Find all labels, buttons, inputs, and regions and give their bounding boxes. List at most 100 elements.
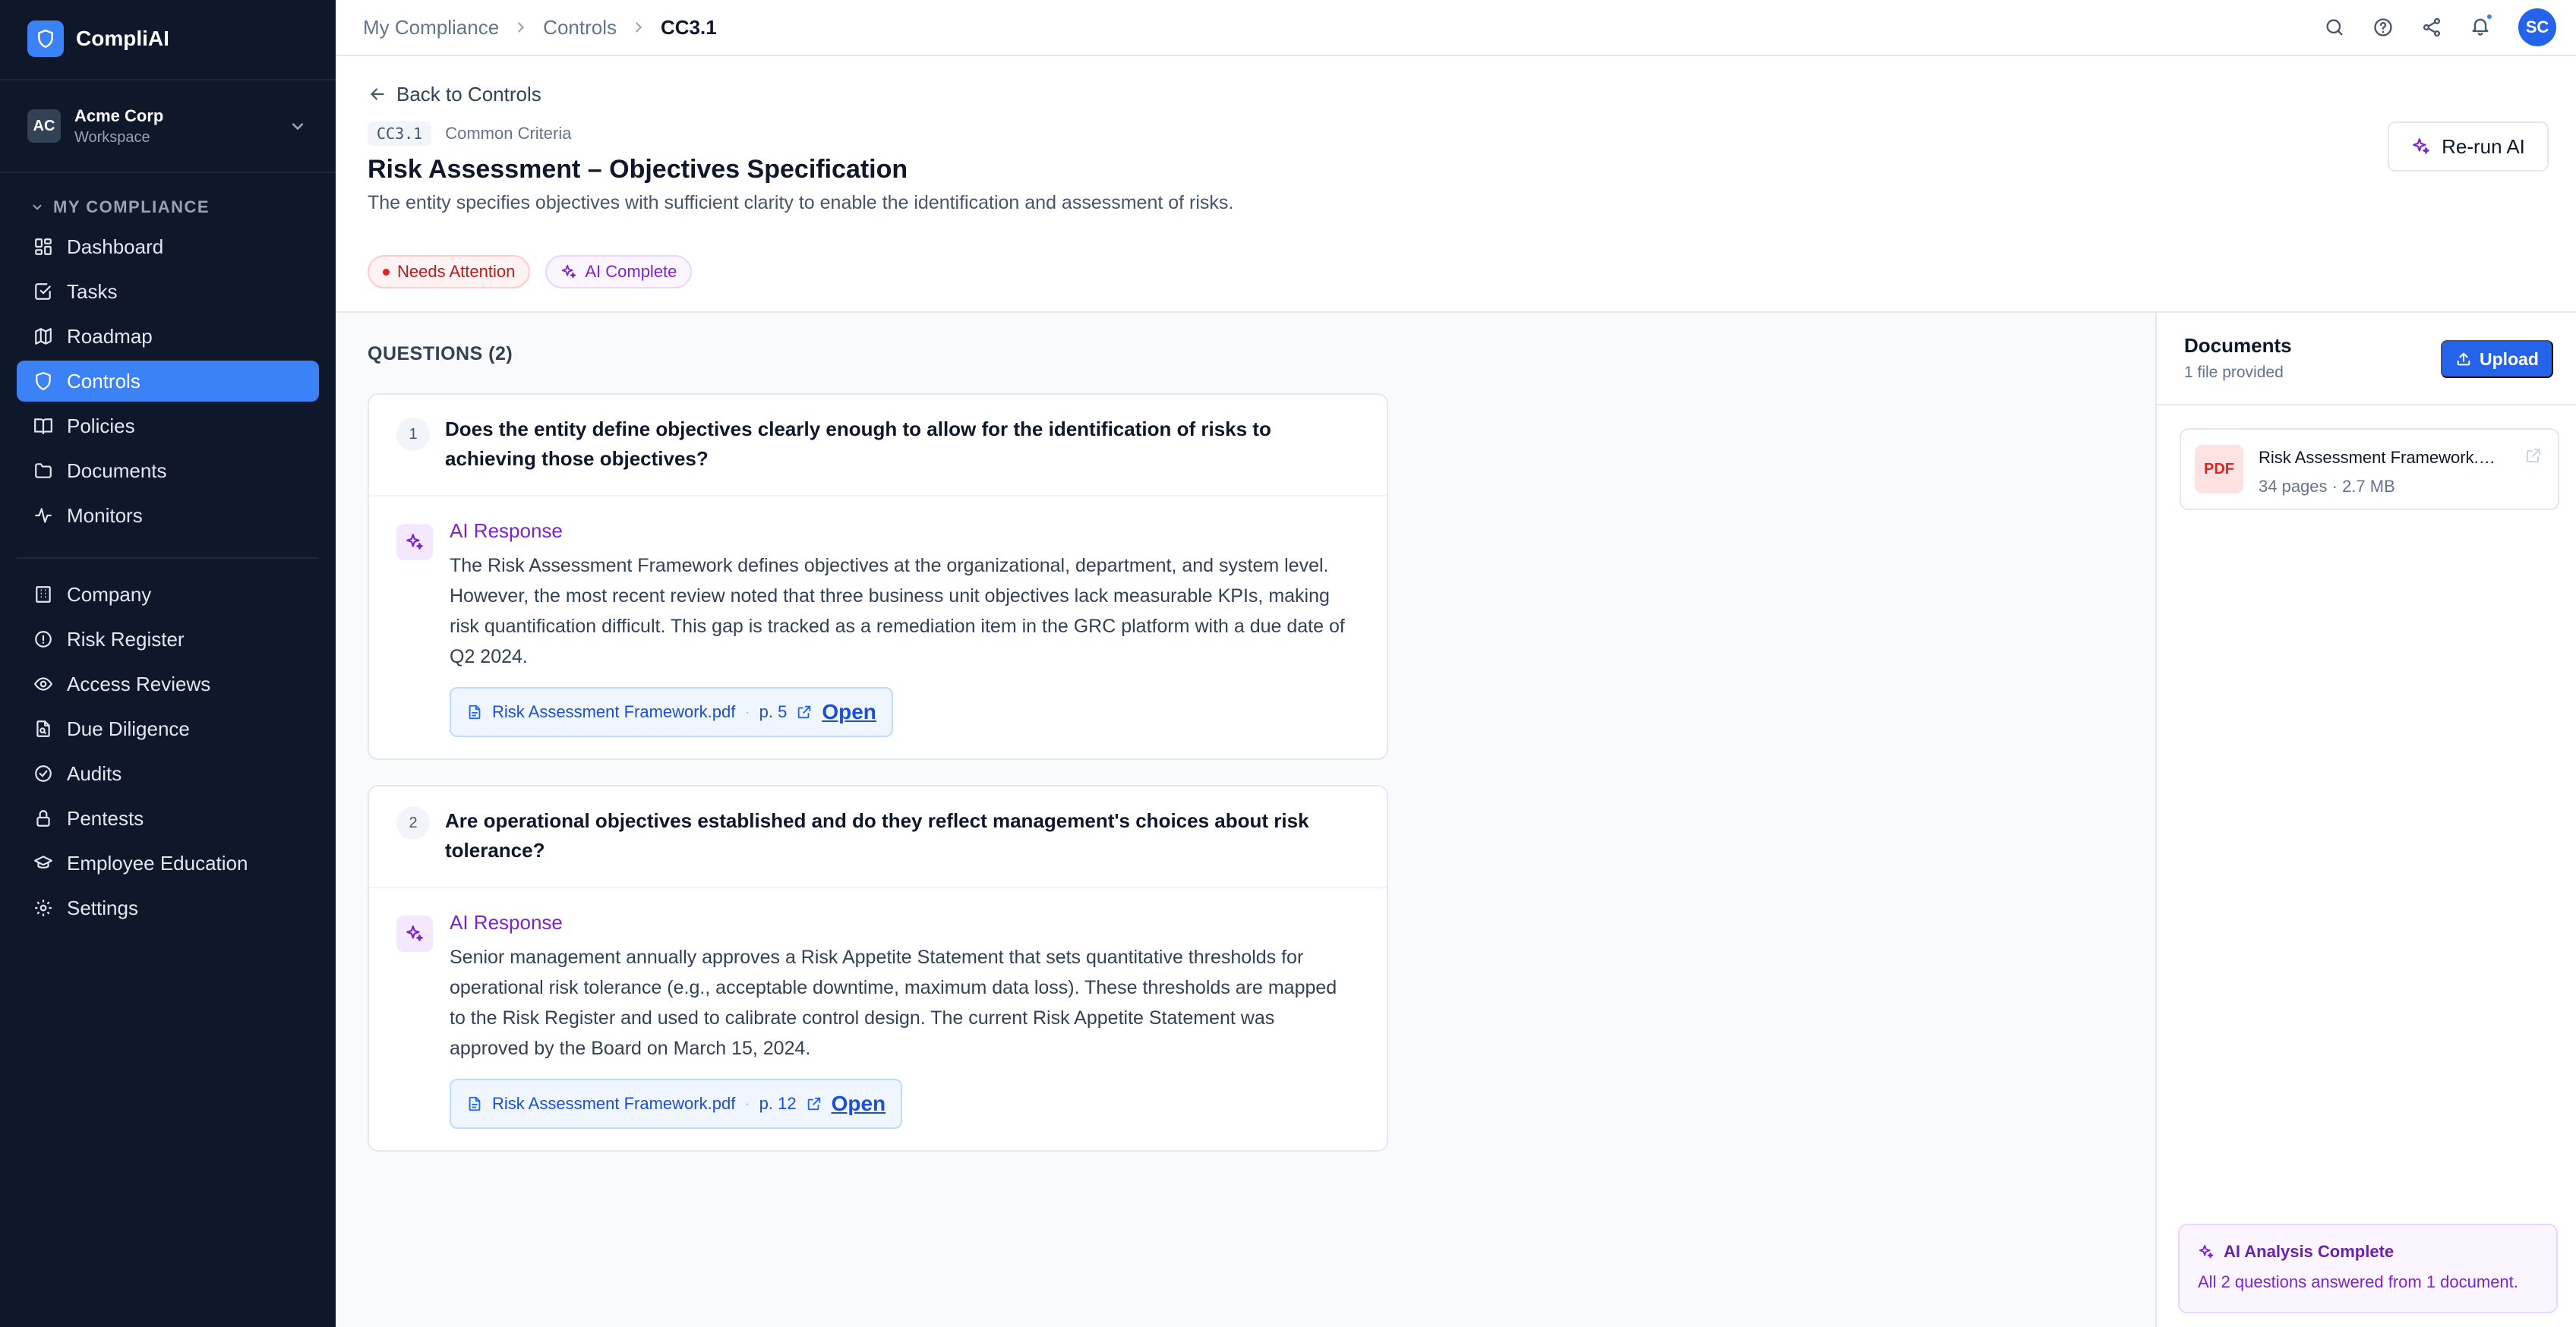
rerun-ai-label: Re-run AI [2442, 134, 2525, 158]
workspace-avatar: AC [27, 109, 61, 143]
workspace-switcher[interactable]: AC Acme Corp Workspace [27, 103, 308, 149]
sidebar-item-documents[interactable]: Documents [17, 450, 319, 491]
question-text: Does the entity define objectives clearl… [445, 418, 1271, 470]
citation-open-link[interactable]: Open [832, 1092, 886, 1116]
book-icon [34, 418, 52, 434]
sparkles-icon [2199, 1244, 2214, 1259]
sidebar-section-toggle[interactable]: MY COMPLIANCE [30, 196, 210, 219]
chevron-down-icon [292, 123, 304, 131]
ai-response: AI Response The Risk Assessment Framewor… [369, 496, 1387, 758]
question-header: 1 Does the entity define objectives clea… [369, 395, 1387, 496]
citation-page: p. 5 [759, 702, 788, 721]
graduation-cap-icon [34, 856, 52, 869]
external-link-icon [807, 1097, 820, 1111]
citation-open-link[interactable]: Open [822, 700, 876, 724]
chevron-right-icon [518, 22, 525, 33]
document-meta: 34 pages · 2.7 MB [2259, 477, 2395, 496]
status-badges: Needs Attention AI Complete [368, 255, 693, 288]
sidebar: CompliAI AC Acme Corp Workspace MY COMPL… [0, 0, 336, 1327]
share-icon[interactable] [2421, 17, 2442, 38]
sidebar-item-label: Policies [67, 414, 135, 437]
upload-button[interactable]: Upload [2441, 340, 2553, 378]
sidebar-item-label: Due Diligence [67, 717, 190, 740]
documents-title: Documents [2184, 334, 2292, 357]
sidebar-item-dashboard[interactable]: Dashboard [17, 226, 319, 267]
sidebar-item-label: Audits [67, 761, 122, 785]
badge-label: Needs Attention [397, 262, 516, 281]
ai-analysis-title: AI Analysis Complete [2198, 1242, 2538, 1262]
user-avatar[interactable]: SC [2518, 8, 2556, 46]
workspace-sub: Workspace [74, 128, 150, 146]
citation-file: Risk Assessment Framework.pdf [492, 1094, 736, 1113]
sidebar-item-tasks[interactable]: Tasks [17, 271, 319, 312]
sidebar-item-settings[interactable]: Settings [17, 887, 319, 928]
ai-response: AI Response Senior management annually a… [369, 888, 1387, 1150]
documents-header: Documents 1 file provided [2184, 334, 2292, 382]
notifications-button[interactable] [2470, 12, 2493, 40]
sidebar-item-monitors[interactable]: Monitors [17, 495, 319, 536]
sidebar-item-roadmap[interactable]: Roadmap [17, 316, 319, 357]
citation-file: Risk Assessment Framework.pdf [492, 702, 736, 721]
sidebar-item-risk-register[interactable]: Risk Register [17, 619, 319, 660]
external-link-icon[interactable] [2524, 446, 2543, 465]
sidebar-item-pentests[interactable]: Pentests [17, 798, 319, 839]
search-icon[interactable] [2324, 17, 2345, 38]
brand[interactable]: CompliAI [27, 20, 169, 58]
citation-page: p. 12 [759, 1094, 797, 1113]
back-link-label: Back to Controls [396, 82, 541, 106]
topbar: My Compliance Controls CC3.1 SC [336, 0, 2576, 56]
sidebar-item-label: Tasks [67, 279, 118, 303]
sidebar-item-label: Settings [67, 896, 138, 919]
rerun-ai-button[interactable]: Re-run AI [2388, 121, 2549, 172]
breadcrumb-controls[interactable]: Controls [543, 16, 617, 39]
sidebar-divider [0, 172, 336, 173]
gear-icon [35, 900, 52, 916]
shield-icon [36, 372, 51, 390]
question-number: 2 [396, 806, 430, 840]
sidebar-divider [17, 557, 319, 559]
brand-logo-shield-icon [27, 20, 64, 57]
question-text: Are operational objectives established a… [445, 809, 1309, 862]
documents-count: 1 file provided [2184, 364, 2284, 381]
document-name: Risk Assessment Framework.pdf [2259, 448, 2502, 467]
sidebar-item-label: Employee Education [67, 851, 248, 875]
back-to-controls-link[interactable]: Back to Controls [368, 77, 541, 111]
check-circle-icon [35, 765, 52, 782]
help-icon[interactable] [2372, 17, 2394, 38]
ai-response-icon [396, 524, 433, 560]
sidebar-item-label: Monitors [67, 503, 143, 527]
roadmap-icon [35, 328, 52, 345]
file-search-icon [36, 720, 50, 737]
sidebar-item-label: Risk Register [67, 627, 185, 651]
chevron-right-icon [636, 22, 642, 33]
sidebar-item-audits[interactable]: Audits [17, 753, 319, 794]
citation-chip[interactable]: Risk Assessment Framework.pdf · p. 5 Ope… [450, 687, 893, 737]
status-badge-ai-complete: AI Complete [545, 255, 693, 288]
sidebar-item-access-reviews[interactable]: Access Reviews [17, 664, 319, 704]
tasks-icon [35, 283, 51, 300]
sidebar-item-label: Controls [67, 369, 140, 392]
page-description: The entity specifies objectives with suf… [368, 192, 1234, 213]
sidebar-item-due-diligence[interactable]: Due Diligence [17, 708, 319, 749]
dashboard-icon [35, 238, 52, 255]
sidebar-nav-secondary: Company Risk Register Access Reviews Due… [17, 574, 319, 932]
control-meta: CC3.1 Common Criteria [368, 120, 571, 147]
sparkles-icon [406, 534, 423, 550]
sidebar-item-controls[interactable]: Controls [17, 361, 319, 402]
external-link-icon [798, 705, 811, 719]
sidebar-item-company[interactable]: Company [17, 574, 319, 615]
citation-chip[interactable]: Risk Assessment Framework.pdf · p. 12 Op… [450, 1079, 903, 1129]
sidebar-item-policies[interactable]: Policies [17, 405, 319, 446]
workspace-name: Acme Corp [74, 106, 164, 125]
breadcrumb-my-compliance[interactable]: My Compliance [363, 16, 499, 39]
status-dot [383, 268, 390, 276]
upload-label: Upload [2480, 348, 2539, 369]
breadcrumb-current: CC3.1 [661, 15, 717, 39]
documents-panel: Documents 1 file provided Upload PDF Ris… [2155, 313, 2576, 1327]
document-item[interactable]: PDF Risk Assessment Framework.pdf 34 pag… [2180, 428, 2559, 510]
sidebar-item-label: Access Reviews [67, 672, 211, 695]
sidebar-item-label: Documents [67, 459, 167, 482]
notification-dot [2486, 12, 2493, 20]
sidebar-item-employee-education[interactable]: Employee Education [17, 843, 319, 884]
topbar-actions: SC [2324, 0, 2556, 55]
